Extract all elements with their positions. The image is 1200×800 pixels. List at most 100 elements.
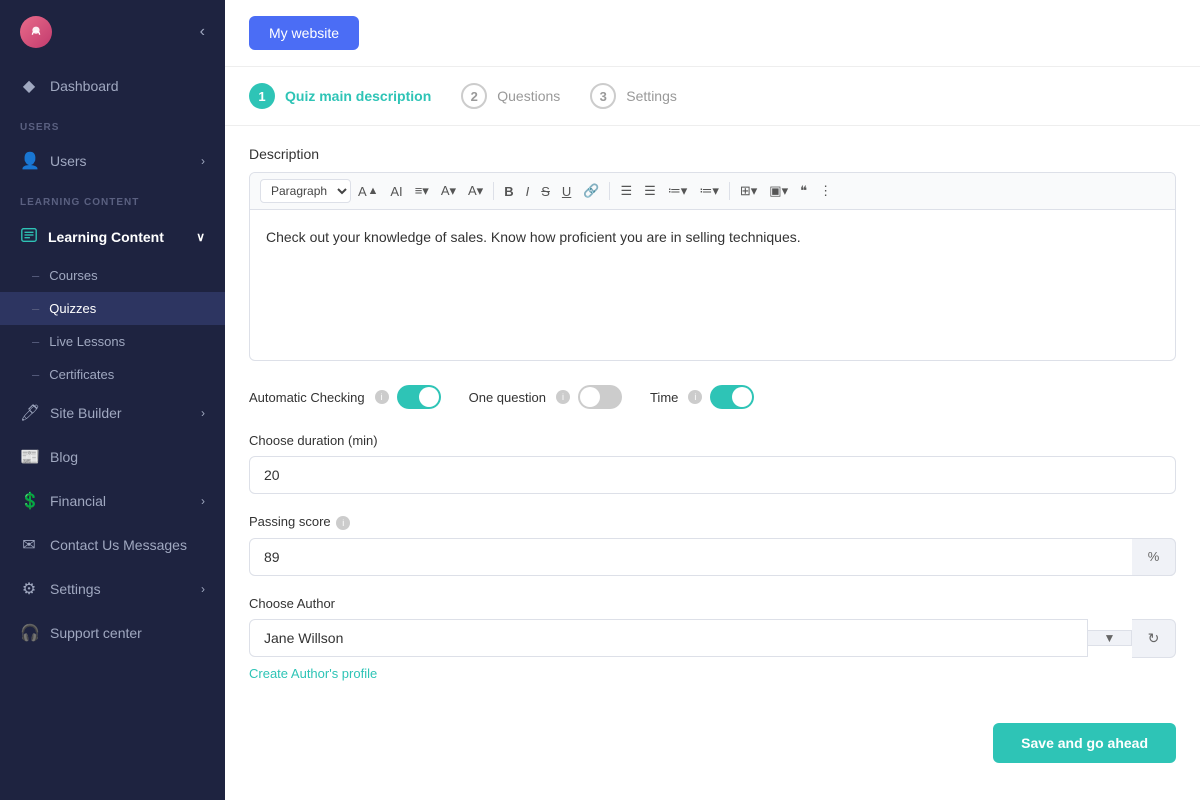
time-info-icon[interactable]: i <box>688 390 702 404</box>
duration-input[interactable] <box>249 456 1176 494</box>
editor-body[interactable]: Check out your knowledge of sales. Know … <box>250 210 1175 360</box>
author-dropdown-btn[interactable]: ▼ <box>1088 630 1132 646</box>
duration-input-wrapper <box>249 456 1176 494</box>
font-color-btn[interactable]: A▾ <box>436 179 461 203</box>
sidebar-subitem-certificates[interactable]: – Certificates <box>0 358 225 391</box>
sidebar-subitem-quizzes[interactable]: – Quizzes <box>0 292 225 325</box>
ai-btn[interactable]: AI <box>385 180 407 203</box>
strikethrough-btn[interactable]: S <box>536 180 555 203</box>
one-question-knob <box>580 387 600 407</box>
sidebar-item-financial[interactable]: 💲 Financial › <box>0 479 225 523</box>
my-website-button[interactable]: My website <box>249 16 359 50</box>
collapse-button[interactable]: ‹ <box>200 23 205 41</box>
toolbar-divider-2 <box>609 182 610 200</box>
step-2-label: Questions <box>497 88 560 104</box>
topbar: My website <box>225 0 1200 67</box>
sidebar-item-users-label: Users <box>50 153 87 169</box>
automatic-checking-info-icon[interactable]: i <box>375 390 389 404</box>
font-size-btn[interactable]: A▲ <box>353 180 383 203</box>
financial-label: Financial <box>50 493 106 509</box>
step-3-label: Settings <box>626 88 677 104</box>
time-group: Time i <box>650 385 754 409</box>
highlight-btn[interactable]: A▾ <box>463 179 488 203</box>
passing-score-info-icon[interactable]: i <box>336 516 350 530</box>
blog-icon: 📰 <box>20 447 38 467</box>
sidebar-item-site-builder[interactable]: 🖊 Site Builder › <box>0 391 225 435</box>
passing-score-field-group: Passing score i % <box>249 514 1176 576</box>
automatic-checking-label: Automatic Checking <box>249 390 365 405</box>
numbering-btn[interactable]: ≔▾ <box>694 179 724 203</box>
more-btn[interactable]: ⋮ <box>814 179 837 203</box>
author-refresh-btn[interactable]: ↻ <box>1132 619 1176 658</box>
learning-content-arrow-icon: ∨ <box>196 230 205 244</box>
one-question-info-icon[interactable]: i <box>556 390 570 404</box>
ol-btn[interactable]: ☰ <box>639 179 661 203</box>
sidebar-header: ‹ <box>0 0 225 64</box>
step-3[interactable]: 3 Settings <box>590 83 677 109</box>
learning-content-icon <box>20 226 38 247</box>
editor-toolbar: Paragraph Heading 1 Heading 2 A▲ AI ≡▾ A… <box>250 173 1175 210</box>
paragraph-select[interactable]: Paragraph Heading 1 Heading 2 <box>260 179 351 203</box>
step-1-label: Quiz main description <box>285 88 431 104</box>
sidebar-item-learning-content[interactable]: Learning Content ∨ <box>0 214 225 259</box>
table-btn[interactable]: ⊞▾ <box>735 179 762 203</box>
choose-author-label: Choose Author <box>249 596 1176 611</box>
sidebar-item-dashboard-label: Dashboard <box>50 78 119 94</box>
percent-suffix: % <box>1132 538 1176 576</box>
time-toggle[interactable] <box>710 385 754 409</box>
sidebar-item-contact[interactable]: ✉ Contact Us Messages <box>0 523 225 567</box>
quizzes-label: Quizzes <box>49 301 96 316</box>
align-btn[interactable]: ≡▾ <box>410 179 434 203</box>
create-author-link[interactable]: Create Author's profile <box>249 666 377 681</box>
step-3-circle: 3 <box>590 83 616 109</box>
bold-btn[interactable]: B <box>499 180 518 203</box>
financial-arrow-icon: › <box>201 494 205 508</box>
toggles-row: Automatic Checking i One question i Time… <box>249 385 1176 409</box>
one-question-group: One question i <box>469 385 622 409</box>
site-builder-arrow-icon: › <box>201 406 205 420</box>
step-2[interactable]: 2 Questions <box>461 83 560 109</box>
ul-btn[interactable]: ☰ <box>615 179 637 203</box>
logo-icon <box>20 16 52 48</box>
step-1[interactable]: 1 Quiz main description <box>249 83 431 109</box>
toolbar-divider-1 <box>493 182 494 200</box>
link-btn[interactable]: 🔗 <box>578 179 604 203</box>
italic-btn[interactable]: I <box>521 180 535 203</box>
one-question-label: One question <box>469 390 546 405</box>
automatic-checking-toggle[interactable] <box>397 385 441 409</box>
sidebar-item-dashboard[interactable]: ◆ Dashboard <box>0 64 225 108</box>
author-select[interactable]: Jane Willson <box>249 619 1088 657</box>
save-row: Save and go ahead <box>249 703 1176 773</box>
blockquote-btn[interactable]: ❝ <box>795 179 812 203</box>
sidebar-item-blog[interactable]: 📰 Blog <box>0 435 225 479</box>
save-and-go-ahead-button[interactable]: Save and go ahead <box>993 723 1176 763</box>
underline-btn[interactable]: U <box>557 180 576 203</box>
sidebar-item-settings[interactable]: ⚙ Settings › <box>0 567 225 611</box>
sidebar-item-support[interactable]: 🎧 Support center <box>0 611 225 655</box>
settings-arrow-icon: › <box>201 582 205 596</box>
sidebar-subitem-courses[interactable]: – Courses <box>0 259 225 292</box>
settings-label: Settings <box>50 581 101 597</box>
sidebar-item-users[interactable]: 👤 Users › <box>0 139 225 183</box>
passing-score-input-wrapper: % <box>249 538 1176 576</box>
indent-btn[interactable]: ≔▾ <box>663 179 693 203</box>
dashboard-icon: ◆ <box>20 76 38 96</box>
choose-author-select-wrapper: Jane Willson ▼ ↻ <box>249 619 1176 658</box>
one-question-toggle[interactable] <box>578 385 622 409</box>
passing-score-input[interactable] <box>249 538 1176 576</box>
sidebar-subitem-live-lessons[interactable]: – Live Lessons <box>0 325 225 358</box>
toolbar-divider-3 <box>729 182 730 200</box>
passing-score-label: Passing score i <box>249 514 1176 530</box>
time-label: Time <box>650 390 678 405</box>
media-btn[interactable]: ▣▾ <box>764 179 793 203</box>
contact-label: Contact Us Messages <box>50 537 187 553</box>
blog-label: Blog <box>50 449 78 465</box>
certificates-label: Certificates <box>49 367 114 382</box>
step-2-circle: 2 <box>461 83 487 109</box>
live-lessons-label: Live Lessons <box>49 334 125 349</box>
section-label-learning: LEARNING CONTENT <box>0 183 225 214</box>
editor-container: Paragraph Heading 1 Heading 2 A▲ AI ≡▾ A… <box>249 172 1176 361</box>
support-icon: 🎧 <box>20 623 38 643</box>
main-content: My website 1 Quiz main description 2 Que… <box>225 0 1200 800</box>
financial-icon: 💲 <box>20 491 38 511</box>
